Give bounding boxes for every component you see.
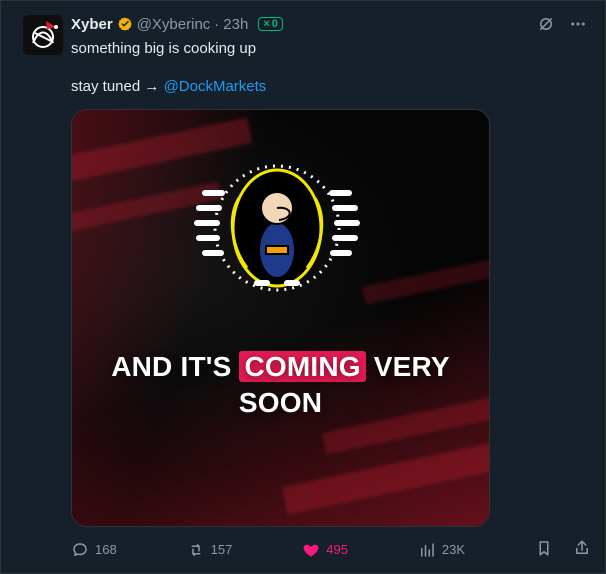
author-name[interactable]: Xyber bbox=[71, 16, 113, 33]
reply-button[interactable]: 168 bbox=[71, 541, 117, 559]
tweet[interactable]: Xyber @Xyberinc · 23h × 0 something big … bbox=[1, 1, 605, 573]
timestamp[interactable]: 23h bbox=[223, 16, 248, 33]
author-handle[interactable]: @Xyberinc bbox=[137, 16, 211, 33]
like-button[interactable]: 495 bbox=[302, 541, 348, 559]
bookmark-icon[interactable] bbox=[535, 539, 553, 560]
reply-icon bbox=[71, 541, 89, 559]
x-small-icon: × bbox=[263, 18, 270, 30]
separator-dot: · bbox=[214, 15, 220, 33]
tweet-text-line2: stay tuned → @DockMarkets bbox=[71, 77, 266, 97]
caption-line2-text: SOON bbox=[238, 387, 323, 418]
top-actions bbox=[537, 15, 587, 38]
status-badge: × 0 bbox=[258, 17, 283, 31]
tweet-text-line2-prefix: stay tuned → bbox=[71, 78, 160, 95]
character-emblem-icon bbox=[194, 164, 360, 292]
views-icon bbox=[418, 541, 436, 559]
caption-part1: AND IT'S bbox=[111, 351, 232, 382]
media-image[interactable]: AND IT'S COMING VERY SOON bbox=[71, 109, 490, 527]
tweet-actions: 168 157 495 23K bbox=[71, 539, 591, 560]
tweet-text-line1: something big is cooking up bbox=[71, 40, 257, 57]
tweet-header: Xyber @Xyberinc · 23h × 0 bbox=[71, 14, 283, 34]
right-actions bbox=[535, 539, 591, 560]
media-caption-line1: AND IT'S COMING VERY bbox=[72, 350, 489, 384]
character-badge bbox=[187, 138, 367, 318]
media-caption-line2: SOON bbox=[72, 386, 489, 420]
avatar[interactable] bbox=[23, 15, 63, 55]
xyber-logo-icon bbox=[23, 15, 63, 55]
repost-icon bbox=[187, 541, 205, 559]
views-count: 23K bbox=[441, 542, 466, 557]
repost-button[interactable]: 157 bbox=[187, 541, 233, 559]
share-icon[interactable] bbox=[573, 539, 591, 560]
tweet-frame: Xyber @Xyberinc · 23h × 0 something big … bbox=[0, 0, 606, 574]
repost-count: 157 bbox=[210, 542, 233, 557]
status-badge-count: 0 bbox=[271, 18, 278, 30]
more-icon[interactable] bbox=[569, 15, 587, 38]
views-button[interactable]: 23K bbox=[418, 541, 465, 559]
grok-icon[interactable] bbox=[537, 15, 555, 38]
reply-count: 168 bbox=[95, 542, 117, 557]
tweet-text: something big is cooking up bbox=[71, 39, 256, 59]
verified-badge-icon bbox=[117, 16, 133, 32]
heart-icon bbox=[302, 541, 320, 559]
caption-highlight: COMING bbox=[239, 351, 366, 382]
mention-link[interactable]: @DockMarkets bbox=[164, 78, 267, 95]
caption-part2: VERY bbox=[373, 351, 450, 382]
like-count: 495 bbox=[326, 542, 348, 557]
